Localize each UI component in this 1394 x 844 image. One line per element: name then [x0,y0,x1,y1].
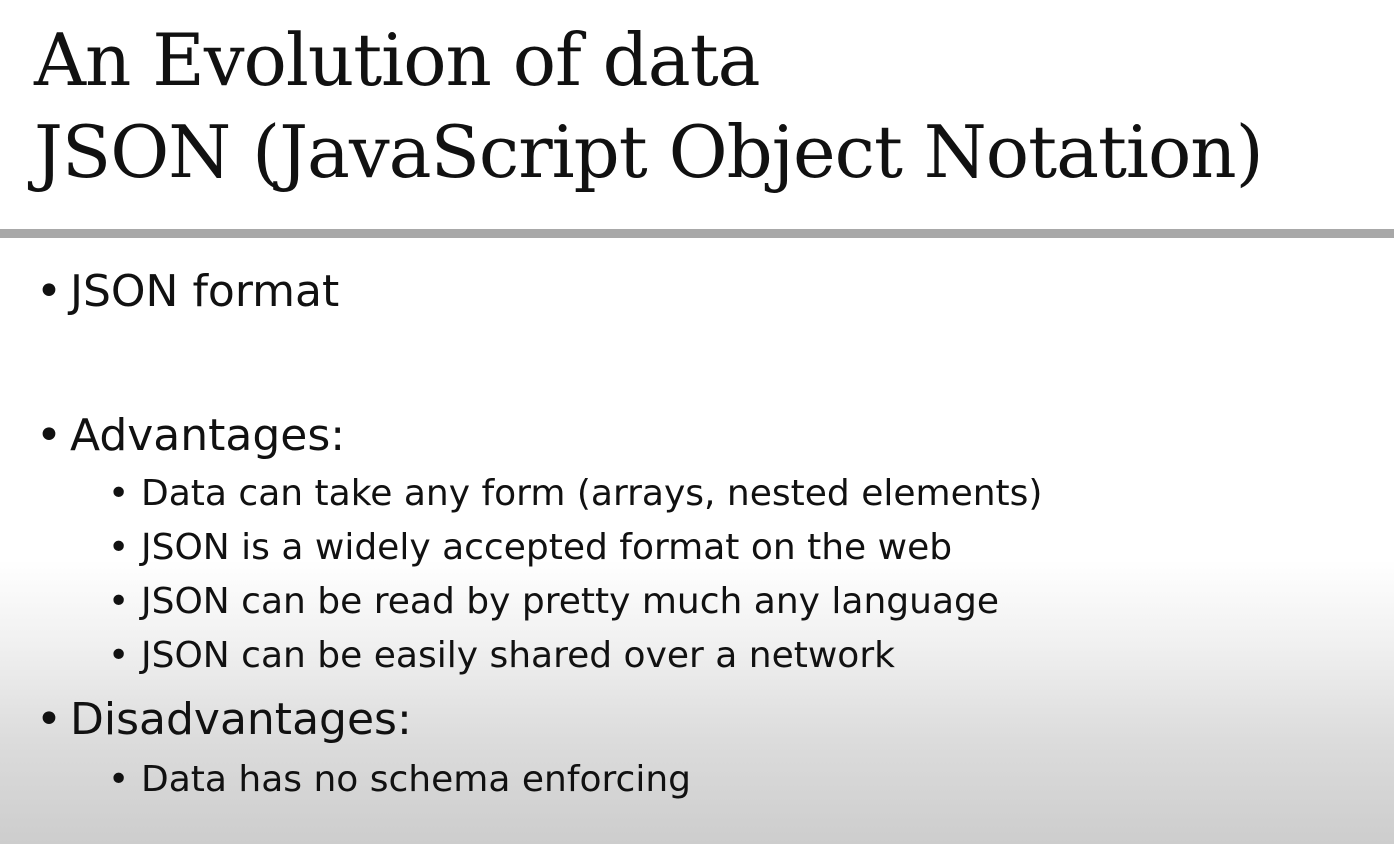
sub-bullet-text: Data can take any form (arrays, nested e… [141,473,1043,514]
bullet-dot-icon: • [108,581,130,622]
bullet-advantages: • Advantages: [36,410,345,462]
bullet-dot-icon: • [36,266,62,317]
bullet-json-format: • JSON format [36,266,339,318]
slide-title: An Evolution of data JSON (JavaScript Ob… [34,14,1384,198]
sub-bullet-advantage-4: • JSON can be easily shared over a networ… [108,634,895,678]
slide: An Evolution of data JSON (JavaScript Ob… [0,0,1394,844]
sub-bullet-advantage-1: • Data can take any form (arrays, nested … [108,472,1042,516]
bullet-dot-icon: • [108,759,130,800]
title-divider [0,229,1394,238]
sub-bullet-advantage-3: • JSON can be read by pretty much any lan… [108,580,999,624]
bullet-text: Advantages: [70,410,346,461]
bullet-dot-icon: • [108,473,130,514]
title-line-1: An Evolution of data [34,18,761,102]
bullet-text: Disadvantages: [70,694,412,745]
sub-bullet-text: JSON can be easily shared over a network [141,635,895,676]
sub-bullet-text: JSON is a widely accepted format on the … [141,527,953,568]
sub-bullet-text: JSON can be read by pretty much any lang… [141,581,1000,622]
sub-bullet-text: Data has no schema enforcing [141,759,691,800]
bullet-text: JSON format [70,266,340,317]
sub-bullet-disadvantage-1: • Data has no schema enforcing [108,758,691,802]
bullet-dot-icon: • [108,635,130,676]
sub-bullet-advantage-2: • JSON is a widely accepted format on the… [108,526,952,570]
bullet-disadvantages: • Disadvantages: [36,694,412,746]
bullet-dot-icon: • [36,694,62,745]
bullet-dot-icon: • [108,527,130,568]
title-line-2: JSON (JavaScript Object Notation) [34,110,1264,194]
bullet-dot-icon: • [36,410,62,461]
